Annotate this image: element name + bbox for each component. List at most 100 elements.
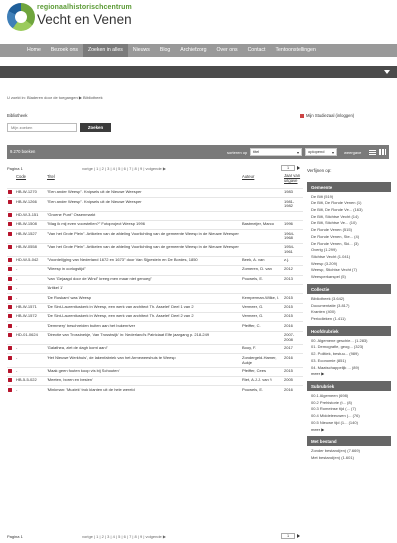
facet-item[interactable]: 02. Politiek, bestuu... (989) [311, 351, 387, 358]
nav-item[interactable]: Archiefzorg [175, 44, 211, 57]
facet-item[interactable]: De Bilt (519) [311, 194, 387, 201]
facet-item[interactable]: Zonder bestand(en) (7.669) [311, 448, 387, 455]
nav-item[interactable]: Bezoek ons [46, 44, 83, 57]
cell-titel[interactable]: 'Demmery' beschreiden buiten aan het buk… [46, 321, 241, 332]
grid-view-icon[interactable] [379, 149, 386, 155]
facet-item[interactable]: De Bilt, De Ronde Venen (1) [311, 200, 387, 207]
facet-item[interactable]: 00.2 Prehistorie (t... (8) [311, 400, 387, 407]
cell-titel[interactable]: "Voordelijging van Nederland 1672 en 167… [46, 255, 241, 266]
col-auteur[interactable]: Auteur [242, 174, 254, 179]
facet-item[interactable]: De Bilt, Stichtse Ve... (10) [311, 220, 387, 227]
facet-item[interactable]: De Bilt, Stichtse Vecht (14) [311, 214, 387, 221]
table-row[interactable]: - 'De Roskam' was Weesp Kemperman-Wilke, I… [7, 293, 303, 304]
facet-item[interactable]: 00.3 Romeinse tijd (... (7) [311, 406, 387, 413]
col-jaar[interactable]: Jaar van uitgave [284, 173, 306, 184]
cell-titel[interactable]: 'Directie van Trossinekje, Van Trosstwij… [46, 330, 241, 345]
cell-titel[interactable]: "Van het Grote Plein". Artikelen van de … [46, 242, 241, 257]
breadcrumb[interactable]: U zoekt in: Bladeren door de toegangen ▶… [7, 95, 103, 100]
facet-item[interactable]: 01. Demografie, geog... (323) [311, 344, 387, 351]
facet-item[interactable]: 04. Maatschappelijk ... (89) [311, 365, 387, 372]
nav-item[interactable]: Tentoonstellingen [270, 44, 320, 57]
table-row[interactable]: HB-W-1571 'De Sint-Laurentiuskerk in Wees… [7, 302, 303, 313]
table-row[interactable]: - "van 'Gejaagd door de Wind" kreeg men m… [7, 274, 303, 285]
nav-item[interactable]: Home [22, 44, 46, 57]
cell-titel[interactable]: "Groene Punt" Ossenmarkt [46, 210, 241, 221]
col-code[interactable]: Code [16, 174, 26, 179]
table-row[interactable]: - 'Artikel 1' [7, 283, 303, 294]
col-titel[interactable]: Titel [47, 174, 55, 179]
facet-item[interactable]: Weesp, Stichtse Vecht (7) [311, 267, 387, 274]
page-numbers[interactable]: vorige | 1 | 2 | 3 | 4 | 5 | 6 | 7 | 8 |… [82, 534, 166, 539]
facet-item[interactable]: Documentatie (3.817) [311, 303, 387, 310]
facet-item[interactable]: 00.5 Nieuwe tijd (1... (140) [311, 420, 387, 427]
cell-titel[interactable]: 'Artikel 1' [46, 283, 241, 294]
cell-titel[interactable]: "Van het Grote Plein". Artikelen van de … [46, 229, 241, 244]
cell-titel[interactable]: "Een ander Weesp". Knipsels uit de Nieuw… [46, 187, 241, 198]
facet-more-link[interactable]: meer ▶ [311, 427, 387, 434]
nav-item[interactable]: Zoeken in alles [82, 44, 128, 57]
table-row[interactable]: - 'Demmery' beschreiden buiten aan het bu… [7, 321, 303, 332]
cell-titel[interactable]: 'De Sint-Laurentiuskerk in Weesp, een we… [46, 312, 241, 322]
facet-item[interactable]: Bibliotheek (3.642) [311, 296, 387, 303]
facet-item[interactable]: Weesperkarspel (5) [311, 274, 387, 281]
cell-titel[interactable]: 'Het Nieuwe Werkhuis', de lakenfabriek v… [46, 353, 241, 368]
facet-item[interactable]: 00.1 Algemeen (698) [311, 393, 387, 400]
facet-item[interactable]: Periodieken (1.411) [311, 316, 387, 323]
cell-titel[interactable]: "Een ander Weesp". Knipsels uit de Nieuw… [46, 197, 241, 212]
facet-item[interactable]: Stichtse Vecht (1.041) [311, 254, 387, 261]
table-row[interactable]: - "Weesp in oorlogstijd" Zomeren, D. van 20… [7, 265, 303, 276]
table-row[interactable]: HD-W-5-042 "Voordelijging van Nederland 1… [7, 255, 303, 266]
cell-titel[interactable]: 'Minkman: 'Muziek' trok klanten uit de h… [46, 385, 241, 395]
sort-field-select[interactable]: titel [250, 148, 302, 156]
page-input[interactable]: 1 [281, 165, 295, 171]
cell-titel[interactable]: "Weesp in oorlogstijd" [46, 265, 241, 276]
facet-item[interactable]: De Bilt, De Ronde Ve... (163) [311, 207, 387, 214]
table-row[interactable]: HD-01-0624 'Directie van Trossinekje, Van… [7, 330, 303, 345]
facet-item[interactable]: Kranten (400) [311, 309, 387, 316]
sort-order-select[interactable]: oplopend [305, 148, 337, 156]
page-input[interactable]: 1 [281, 533, 295, 539]
nav-item[interactable]: Contact [243, 44, 271, 57]
table-row[interactable]: HB-W-1508 "Mag ik mij even voorstellen?" … [7, 219, 303, 230]
chevron-down-icon[interactable] [384, 70, 390, 74]
table-row[interactable]: - 'Galathea, ziet de dagh komt aan!' Booy,… [7, 344, 303, 354]
facet-item[interactable]: Overig (1.299) [311, 247, 387, 254]
nav-item[interactable]: Nieuws [128, 44, 155, 57]
table-row[interactable]: HB-W-1266 "Een ander Weesp". Knipsels uit… [7, 197, 303, 212]
table-row[interactable]: - 'Maak geen fouten koop vis bij Schouten… [7, 366, 303, 377]
table-row[interactable]: HB-W-1527 "Van het Grote Plein". Artikele… [7, 229, 303, 244]
facet-item[interactable]: Weesp (3.209) [311, 261, 387, 268]
cell-titel[interactable]: "van 'Gejaagd door de Wind" kreeg men ma… [46, 274, 241, 285]
studiezaal-link[interactable]: Mijn Studiezaal (inloggen) [300, 113, 354, 118]
table-row[interactable]: HB-5-5-022 'Meeten, boren en besien' Riet,… [7, 375, 303, 386]
cell-titel[interactable]: 'De Sint-Laurentiuskerk in Weesp, een we… [46, 302, 241, 313]
cell-titel[interactable]: 'Meeten, boren en besien' [46, 375, 241, 386]
table-row[interactable]: - 'Minkman: 'Muziek' trok klanten uit de … [7, 385, 303, 395]
facet-item[interactable]: 00.4 Middeleeuwen (... (76) [311, 413, 387, 420]
logo-icon[interactable] [7, 3, 35, 31]
go-arrow-icon[interactable] [297, 534, 300, 538]
table-row[interactable]: HB-W-1572 'De Sint-Laurentiuskerk in Wees… [7, 312, 303, 322]
facet-item[interactable]: De Ronde Venen, Ste... (4) [311, 234, 387, 241]
cell-titel[interactable]: 'Maak geen fouten koop vis bij Schouten' [46, 366, 241, 377]
facet-item[interactable]: De Ronde Venen (515) [311, 227, 387, 234]
logo-title[interactable]: Vecht en Venen [37, 12, 132, 29]
cell-titel[interactable]: 'Galathea, ziet de dagh komt aan!' [46, 344, 241, 354]
search-button[interactable]: Zoeken [80, 123, 111, 132]
cell-titel[interactable]: "Mag ik mij even voorstellen?" Fotoproje… [46, 219, 241, 230]
search-input[interactable] [7, 123, 77, 132]
facet-item[interactable]: 00. Algemene geschie... (1.283) [311, 338, 387, 345]
cell-titel[interactable]: 'De Roskam' was Weesp [46, 293, 241, 304]
go-arrow-icon[interactable] [297, 166, 300, 170]
table-row[interactable]: - 'Het Nieuwe Werkhuis', de lakenfabriek … [7, 353, 303, 368]
list-view-icon[interactable] [369, 149, 376, 155]
table-row[interactable]: HB-W-0558 "Van het Grote Plein". Artikele… [7, 242, 303, 257]
facet-item[interactable]: Met bestand(en) (1.601) [311, 455, 387, 462]
page-numbers[interactable]: vorige | 1 | 2 | 3 | 4 | 5 | 6 | 7 | 8 |… [82, 166, 166, 171]
facet-more-link[interactable]: meer ▶ [311, 371, 387, 378]
facet-item[interactable]: 03. Economie (851) [311, 358, 387, 365]
table-row[interactable]: HB-W-1270 "Een ander Weesp". Knipsels uit… [7, 187, 303, 198]
nav-item[interactable]: Over ons [212, 44, 243, 57]
table-row[interactable]: HD-W-3-151 "Groene Punt" Ossenmarkt [7, 210, 303, 221]
nav-item[interactable]: Blog [155, 44, 175, 57]
